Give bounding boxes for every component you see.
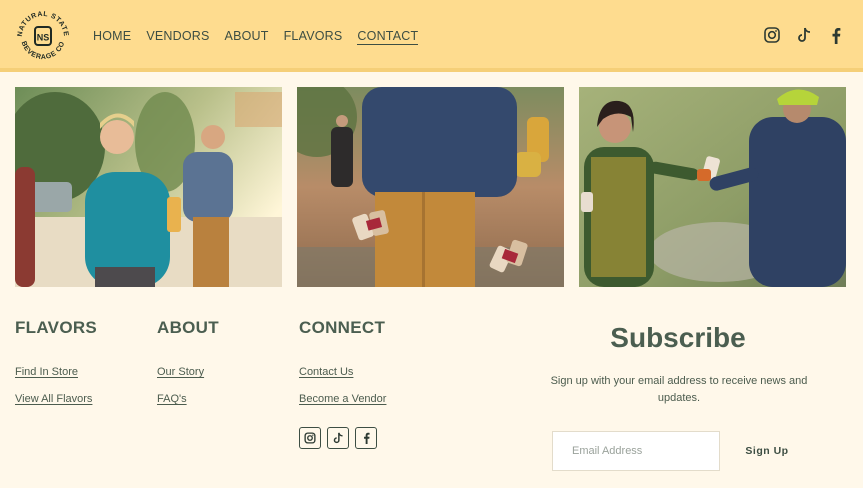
instagram-icon[interactable] — [763, 26, 781, 44]
header-social-links — [749, 26, 845, 44]
footer-connect-column: CONNECT Contact Us Become a Vendor — [299, 318, 386, 405]
subscribe-description: Sign up with your email address to recei… — [550, 375, 808, 404]
nav-vendors[interactable]: VENDORS — [146, 28, 209, 45]
footer-flavors-column: FLAVORS Find In Store View All Flavors — [15, 318, 98, 405]
nav-contact[interactable]: CONTACT — [357, 28, 419, 45]
facebook-icon[interactable] — [355, 427, 377, 449]
tiktok-icon[interactable] — [327, 427, 349, 449]
nav-flavors[interactable]: FLAVORS — [284, 28, 343, 45]
subscribe-title: Subscribe — [610, 322, 746, 353]
hikers-laughing-photo — [15, 87, 282, 287]
find-in-store-link[interactable]: Find In Store — [15, 366, 78, 378]
flavors-heading: FLAVORS — [15, 318, 98, 337]
site-header: NATURAL STATE BEVERAGE CO NS HOME VENDOR… — [0, 0, 863, 72]
footer-social-links — [299, 427, 383, 449]
main-nav: HOME VENDORS ABOUT FLAVORS CONTACT — [93, 28, 433, 45]
man-holding-cans-photo — [297, 87, 564, 287]
connect-heading: CONNECT — [299, 318, 386, 337]
become-a-vendor-link[interactable]: Become a Vendor — [299, 393, 386, 405]
cheers-cans-photo — [579, 87, 846, 287]
svg-text:BEVERAGE CO: BEVERAGE CO — [20, 40, 67, 61]
view-all-flavors-link[interactable]: View All Flavors — [15, 393, 92, 405]
logo-monogram: NS — [37, 33, 50, 43]
brand-logo[interactable]: NATURAL STATE BEVERAGE CO NS — [14, 7, 72, 65]
logo-bottom-text: BEVERAGE CO — [20, 40, 66, 61]
sign-up-button[interactable]: Sign Up — [735, 431, 799, 471]
contact-us-link[interactable]: Contact Us — [299, 366, 353, 378]
footer-about-column: ABOUT Our Story FAQ's — [157, 318, 219, 405]
email-field[interactable] — [552, 431, 720, 471]
our-story-link[interactable]: Our Story — [157, 366, 204, 378]
nav-home[interactable]: HOME — [93, 28, 131, 45]
tiktok-icon[interactable] — [795, 26, 813, 44]
about-heading: ABOUT — [157, 318, 219, 337]
nav-about[interactable]: ABOUT — [225, 28, 269, 45]
facebook-icon[interactable] — [827, 26, 845, 44]
instagram-icon[interactable] — [299, 427, 321, 449]
faqs-link[interactable]: FAQ's — [157, 393, 187, 405]
